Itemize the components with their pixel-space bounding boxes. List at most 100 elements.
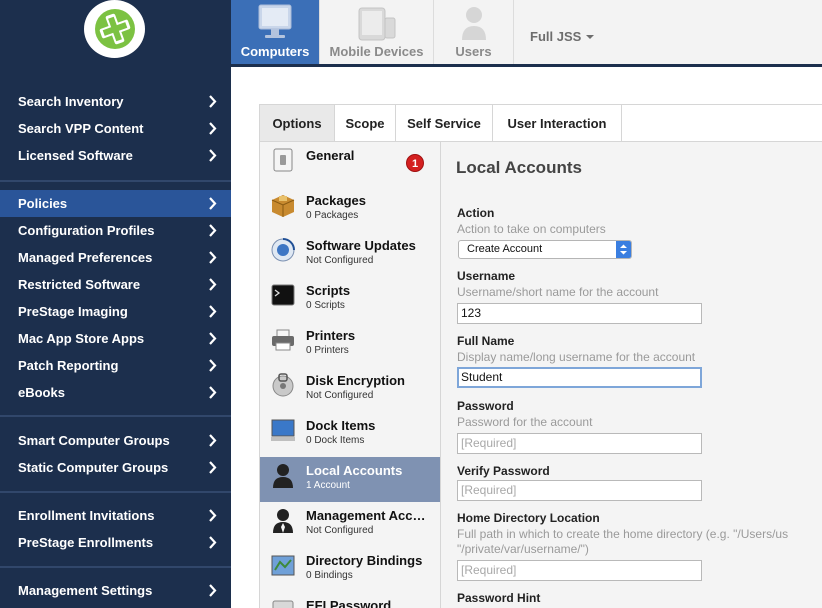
- payload-subtitle: Not Configured: [306, 390, 374, 401]
- action-select[interactable]: Create Account: [458, 240, 632, 259]
- tab-mobile-devices[interactable]: Mobile Devices: [320, 0, 433, 64]
- payload-subtitle: Not Configured: [306, 255, 374, 266]
- username-input[interactable]: 123: [457, 303, 702, 324]
- home-directory-input[interactable]: [Required]: [457, 560, 702, 581]
- chevron-right-icon: [209, 509, 217, 522]
- payload-list: General 1 Packages 0 Packages Software U…: [259, 142, 441, 608]
- tab-scope[interactable]: Scope: [335, 105, 396, 141]
- nav-item-management-settings[interactable]: Management Settings: [0, 577, 231, 604]
- payload-software-updates[interactable]: Software Updates Not Configured: [260, 232, 440, 277]
- payload-subtitle: 1 Account: [306, 480, 350, 491]
- username-description: Username/short name for the account: [457, 285, 659, 299]
- disk-encryption-icon: [272, 373, 294, 397]
- payload-subtitle: 0 Packages: [306, 210, 359, 221]
- nav-item-configuration-profiles[interactable]: Configuration Profiles: [0, 217, 231, 244]
- nav-item-prestage-imaging[interactable]: PreStage Imaging: [0, 298, 231, 325]
- local-accounts-form: Local Accounts Action Action to take on …: [441, 142, 822, 608]
- payload-title: Printers: [306, 328, 356, 343]
- tab-label: Mobile Devices: [329, 44, 424, 59]
- mobile-devices-icon: [358, 7, 395, 41]
- payload-management-account[interactable]: Management Acc… Not Configured: [260, 502, 440, 547]
- payload-subtitle: 0 Dock Items: [306, 435, 365, 446]
- action-select-value: Create Account: [467, 243, 543, 255]
- home-directory-description: Full path in which to create the home di…: [457, 527, 789, 541]
- nav-label: Managed Preferences: [18, 250, 153, 265]
- chevron-right-icon: [209, 461, 217, 474]
- chevron-right-icon: [209, 359, 217, 372]
- payload-title: EFI Password: [306, 598, 392, 608]
- fullname-input[interactable]: Student: [457, 367, 702, 388]
- payload-subtitle: 0 Bindings: [306, 570, 353, 581]
- logo-cross-icon: [95, 9, 135, 49]
- printer-icon: [272, 329, 294, 351]
- nav-item-search-vpp-content[interactable]: Search VPP Content: [0, 115, 231, 142]
- chevron-right-icon: [209, 95, 217, 108]
- username-label: Username: [457, 269, 516, 283]
- section-title: Local Accounts: [456, 158, 582, 177]
- password-input[interactable]: [Required]: [457, 433, 702, 454]
- action-description: Action to take on computers: [457, 222, 606, 236]
- nav-item-enrollment-invitations[interactable]: Enrollment Invitations: [0, 502, 231, 529]
- dock-icon: [271, 419, 295, 441]
- nav-item-static-computer-groups[interactable]: Static Computer Groups: [0, 454, 231, 481]
- user-icon: [461, 7, 486, 40]
- tab-users[interactable]: Users: [434, 0, 513, 64]
- tab-self-service[interactable]: Self Service: [396, 105, 493, 141]
- nav-label: Search Inventory: [18, 94, 124, 109]
- fullname-label: Full Name: [457, 334, 515, 348]
- tab-label: Users: [455, 44, 492, 59]
- nav-label: Smart Computer Groups: [18, 433, 170, 448]
- nav-item-restricted-software[interactable]: Restricted Software: [0, 271, 231, 298]
- chevron-right-icon: [209, 197, 217, 210]
- user-icon: [273, 464, 293, 488]
- nav-item-licensed-software[interactable]: Licensed Software: [0, 142, 231, 169]
- chevron-right-icon: [209, 278, 217, 291]
- payload-general[interactable]: General 1: [260, 142, 440, 187]
- caret-down-icon: [585, 35, 594, 39]
- nav-item-mac-app-store-apps[interactable]: Mac App Store Apps: [0, 325, 231, 352]
- sidebar: Search Inventory Search VPP Content Lice…: [0, 0, 231, 608]
- payload-efi-password[interactable]: EFI Password: [260, 592, 440, 608]
- nav-group-settings: Management Settings: [0, 577, 231, 604]
- site-selector[interactable]: Full JSS: [530, 29, 595, 44]
- fullname-description: Display name/long username for the accou…: [457, 350, 696, 364]
- tab-computers[interactable]: Computers: [231, 0, 319, 64]
- terminal-icon: [271, 284, 295, 306]
- content-tabs: Options Scope Self Service User Interact…: [259, 104, 822, 142]
- nav-item-smart-computer-groups[interactable]: Smart Computer Groups: [0, 427, 231, 454]
- payload-title: Dock Items: [306, 418, 376, 433]
- chevron-right-icon: [209, 386, 217, 399]
- nav-label: Policies: [18, 196, 68, 211]
- tab-user-interaction[interactable]: User Interaction: [493, 105, 622, 141]
- tab-divider: [513, 0, 514, 64]
- payload-scripts[interactable]: Scripts 0 Scripts: [260, 277, 440, 322]
- password-label: Password: [457, 399, 514, 413]
- payload-local-accounts[interactable]: Local Accounts 1 Account: [260, 457, 440, 502]
- nav-group-management: Policies Configuration Profiles Managed …: [0, 190, 231, 406]
- payload-packages[interactable]: Packages 0 Packages: [260, 187, 440, 232]
- action-label: Action: [457, 206, 495, 220]
- error-badge: 1: [406, 154, 424, 172]
- nav-item-ebooks[interactable]: eBooks: [0, 379, 231, 406]
- package-icon: [271, 195, 295, 217]
- payload-directory-bindings[interactable]: Directory Bindings 0 Bindings: [260, 547, 440, 592]
- verify-password-input[interactable]: [Required]: [457, 480, 702, 501]
- payload-title: Local Accounts: [306, 463, 403, 478]
- nav-label: Licensed Software: [18, 148, 133, 163]
- nav-item-managed-preferences[interactable]: Managed Preferences: [0, 244, 231, 271]
- nav-item-policies[interactable]: Policies: [0, 190, 231, 217]
- payload-dock-items[interactable]: Dock Items 0 Dock Items: [260, 412, 440, 457]
- software-update-icon: [271, 238, 295, 262]
- jamf-logo[interactable]: [84, 0, 145, 58]
- nav-item-search-inventory[interactable]: Search Inventory: [0, 88, 231, 115]
- payload-disk-encryption[interactable]: Disk Encryption Not Configured: [260, 367, 440, 412]
- nav-item-patch-reporting[interactable]: Patch Reporting: [0, 352, 231, 379]
- site-label: Full JSS: [530, 29, 582, 44]
- nav-item-prestage-enrollments[interactable]: PreStage Enrollments: [0, 529, 231, 556]
- payload-printers[interactable]: Printers 0 Printers: [260, 322, 440, 367]
- password-description: Password for the account: [457, 415, 593, 429]
- payload-title: Packages: [306, 193, 366, 208]
- computer-icon: [258, 4, 292, 38]
- nav-divider: [0, 566, 231, 568]
- tab-options[interactable]: Options: [260, 105, 335, 141]
